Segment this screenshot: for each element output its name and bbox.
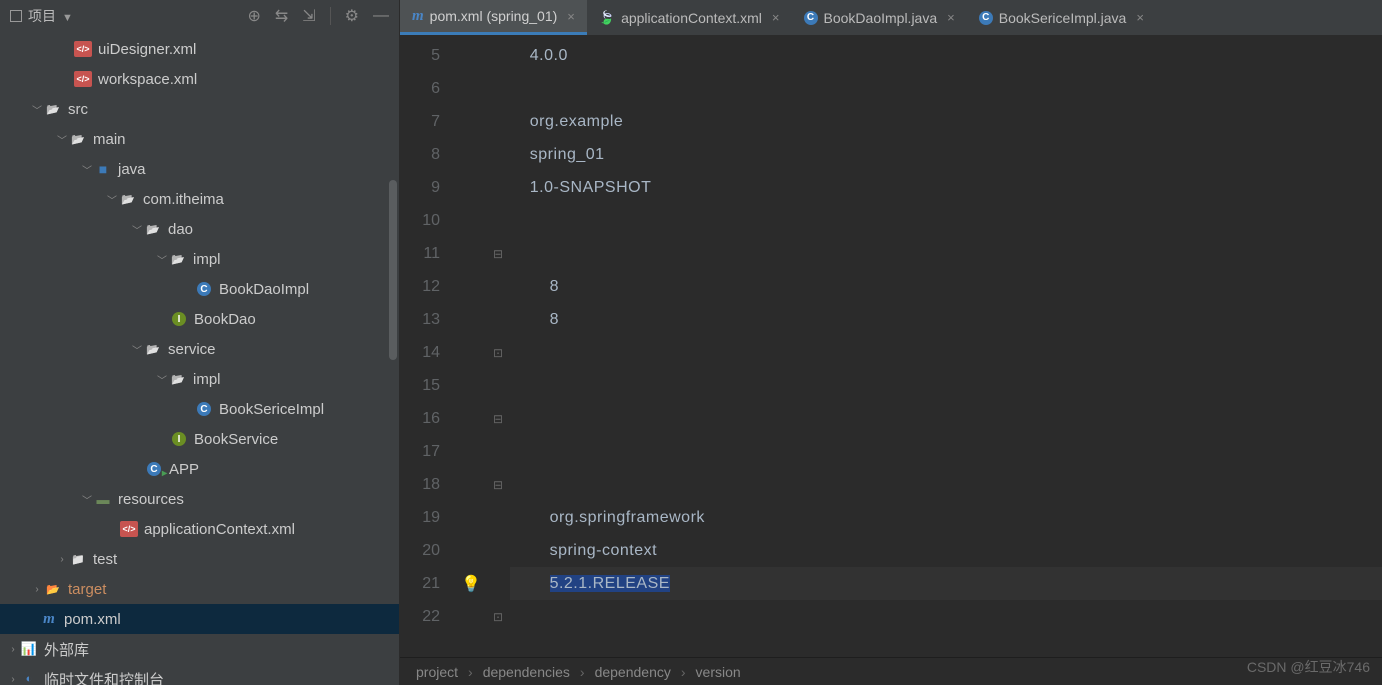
tree-scratches[interactable]: ›临时文件和控制台 — [0, 664, 399, 685]
line-gutter: 5678910111213141516171819202122 — [400, 35, 456, 657]
tree-folder-resources[interactable]: ﹀resources — [0, 484, 399, 514]
tab-pom[interactable]: mpom.xml (spring_01)× — [400, 0, 587, 35]
tree-ext-libs[interactable]: ›外部库 — [0, 634, 399, 664]
intention-bulb-icon[interactable]: 💡 — [461, 574, 481, 594]
watermark: CSDN @红豆冰746 — [1247, 657, 1370, 677]
tree-class-booksericeimpl[interactable]: CBookSericeImpl — [0, 394, 399, 424]
tree-pkg-service-impl[interactable]: ﹀impl — [0, 364, 399, 394]
tree-folder-main[interactable]: ﹀main — [0, 124, 399, 154]
maven-icon: m — [412, 8, 424, 25]
close-icon[interactable]: × — [947, 10, 955, 25]
gear-icon[interactable]: ⚙ — [345, 6, 359, 26]
fold-column: ⊟⊡⊟⊟⊡ — [486, 35, 510, 657]
tree-pkg-dao[interactable]: ﹀dao — [0, 214, 399, 244]
sidebar-title[interactable]: 项目▼ — [10, 6, 73, 26]
tree-file-workspace[interactable]: </>workspace.xml — [0, 64, 399, 94]
bulb-column: 💡 — [456, 35, 486, 657]
editor-area: mpom.xml (spring_01)× applicationContext… — [400, 0, 1382, 685]
tree-pkg-dao-impl[interactable]: ﹀impl — [0, 244, 399, 274]
expand-all-icon[interactable]: ⇆ — [275, 6, 288, 26]
sidebar-header: 项目▼ ⊕ ⇆ ⇲ ⚙ — — [0, 0, 399, 32]
select-opened-icon[interactable]: ⊕ — [247, 6, 260, 26]
tree-folder-java[interactable]: ﹀java — [0, 154, 399, 184]
tab-bookdaoimpl[interactable]: CBookDaoImpl.java× — [792, 0, 967, 35]
sidebar-scrollbar[interactable] — [389, 180, 397, 360]
code-content[interactable]: 4.0.0 org.example spring_01 1.0-SNAPSHOT… — [510, 35, 1382, 657]
breadcrumb-item[interactable]: project — [416, 664, 458, 680]
close-icon[interactable]: × — [772, 10, 780, 25]
project-sidebar: 项目▼ ⊕ ⇆ ⇲ ⚙ — </>uiDesigner.xml </>works… — [0, 0, 400, 685]
spring-icon — [599, 9, 615, 26]
tree-folder-src[interactable]: ﹀src — [0, 94, 399, 124]
breadcrumb: project› dependencies› dependency› versi… — [400, 657, 1382, 685]
tree-folder-test[interactable]: ›test — [0, 544, 399, 574]
close-icon[interactable]: × — [1136, 10, 1144, 25]
minimize-icon[interactable]: — — [373, 7, 389, 25]
tree-class-bookdaoimpl[interactable]: CBookDaoImpl — [0, 274, 399, 304]
tree-file-uidesigner[interactable]: </>uiDesigner.xml — [0, 34, 399, 64]
close-icon[interactable]: × — [567, 9, 575, 24]
tree-class-app[interactable]: CAPP — [0, 454, 399, 484]
breadcrumb-item[interactable]: dependency — [595, 664, 671, 680]
collapse-all-icon[interactable]: ⇲ — [302, 6, 315, 26]
tree-pkg-itheima[interactable]: ﹀com.itheima — [0, 184, 399, 214]
class-icon: C — [979, 11, 993, 25]
editor-tabs: mpom.xml (spring_01)× applicationContext… — [400, 0, 1382, 35]
tab-booksericeimpl[interactable]: CBookSericeImpl.java× — [967, 0, 1156, 35]
tree-interface-bookdao[interactable]: IBookDao — [0, 304, 399, 334]
tree-file-appctx[interactable]: </>applicationContext.xml — [0, 514, 399, 544]
tree-file-pom[interactable]: mpom.xml — [0, 604, 399, 634]
tree-interface-bookservice[interactable]: IBookService — [0, 424, 399, 454]
breadcrumb-item[interactable]: dependencies — [483, 664, 570, 680]
separator — [330, 7, 331, 25]
tree-folder-target[interactable]: ›target — [0, 574, 399, 604]
breadcrumb-item[interactable]: version — [696, 664, 741, 680]
code-editor[interactable]: 5678910111213141516171819202122 💡 ⊟⊡⊟⊟⊡ … — [400, 35, 1382, 657]
project-tree: </>uiDesigner.xml </>workspace.xml ﹀src … — [0, 32, 399, 685]
class-icon: C — [804, 11, 818, 25]
tab-appctx[interactable]: applicationContext.xml× — [587, 0, 792, 35]
tree-pkg-service[interactable]: ﹀service — [0, 334, 399, 364]
chevron-down-icon: ▼ — [62, 12, 73, 24]
